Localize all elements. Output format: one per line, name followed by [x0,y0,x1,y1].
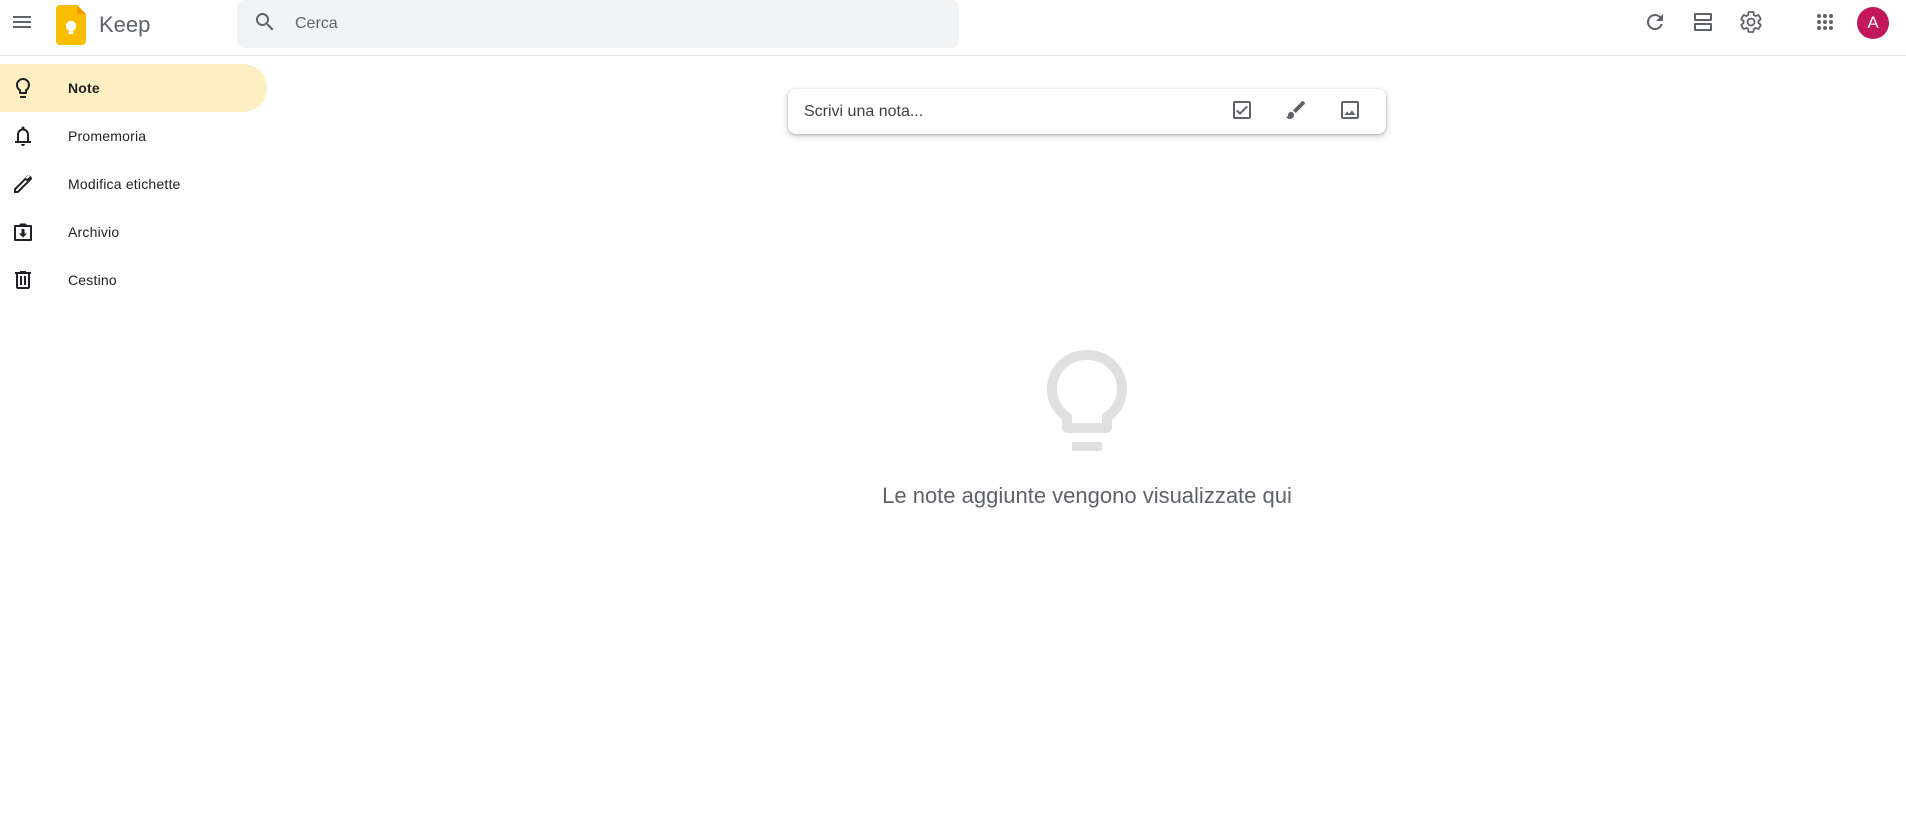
sidebar-item-label: Modifica etichette [68,176,181,192]
sidebar-item-edit-labels[interactable]: Modifica etichette [0,160,267,208]
take-note-bar[interactable]: Scrivi una nota... [788,89,1386,134]
search-input[interactable] [293,0,933,48]
settings-icon [1739,10,1763,39]
brush-icon [1284,98,1308,127]
new-drawing-button[interactable] [1276,92,1316,132]
sidebar-item-label: Cestino [68,272,117,288]
new-image-note-button[interactable] [1330,92,1370,132]
search-bar[interactable] [237,0,959,48]
menu-icon [10,10,34,39]
pencil-icon [11,172,35,196]
refresh-icon [1643,10,1667,39]
settings-button[interactable] [1731,4,1771,44]
account-avatar[interactable]: A [1857,7,1889,39]
search-button[interactable] [245,4,285,44]
sidebar-item-archive[interactable]: Archivio [0,208,267,256]
empty-state-lightbulb-icon [1036,350,1138,460]
new-list-button[interactable] [1222,92,1262,132]
top-bar: Keep A [0,0,1906,56]
google-apps-button[interactable] [1805,4,1845,44]
bell-icon [11,124,35,148]
sidebar-item-notes[interactable]: Note [0,64,267,112]
take-note-placeholder[interactable]: Scrivi una nota... [804,89,923,134]
sidebar-item-trash[interactable]: Cestino [0,256,267,304]
sidebar-item-label: Promemoria [68,128,147,144]
empty-state-message: Le note aggiunte vengono visualizzate qu… [882,483,1292,508]
search-icon [253,10,277,39]
apps-grid-icon [1813,10,1837,39]
checkbox-list-icon [1230,98,1254,127]
sidebar: Note Promemoria Modifica etichette Archi… [0,64,280,304]
trash-icon [11,268,35,292]
keep-logo-icon[interactable] [56,5,86,45]
sidebar-item-label: Archivio [68,224,120,240]
sidebar-item-label: Note [68,80,100,96]
app-title[interactable]: Keep [99,11,150,39]
refresh-button[interactable] [1635,4,1675,44]
sidebar-item-reminders[interactable]: Promemoria [0,112,267,160]
lightbulb-icon [11,76,35,100]
main-menu-button[interactable] [2,4,42,44]
archive-icon [11,220,35,244]
image-icon [1338,98,1362,127]
list-view-button[interactable] [1683,4,1723,44]
list-view-icon [1691,10,1715,39]
